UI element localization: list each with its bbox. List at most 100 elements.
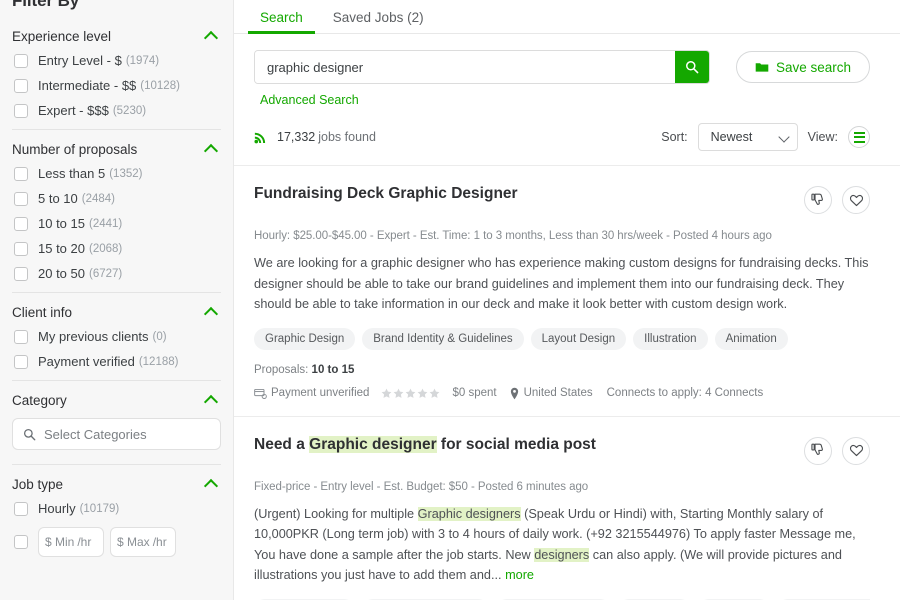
job-tag[interactable]: Brand Identity & Guidelines (362, 327, 524, 350)
job-card-actions (804, 186, 870, 214)
search-row: Save search (254, 50, 870, 84)
filter-group-header[interactable]: Client info (12, 303, 221, 324)
checkbox[interactable] (14, 166, 28, 181)
checkbox[interactable] (14, 266, 28, 281)
filter-group-title: Number of proposals (12, 142, 138, 157)
filter-item[interactable]: Expert - $$$ (5230) (12, 98, 221, 123)
search-submit-button[interactable] (674, 51, 709, 83)
job-tag[interactable]: Graphic Design (254, 327, 356, 350)
filter-item-label: 20 to 50 (38, 266, 85, 281)
thumbs-down-icon[interactable] (804, 436, 832, 465)
search-icon (23, 428, 36, 441)
checkbox[interactable] (14, 354, 28, 369)
list-view-icon[interactable] (848, 126, 870, 148)
filter-item-label: Hourly (38, 501, 76, 516)
max-rate-input[interactable]: $ Max/hr (110, 527, 176, 557)
filter-group-title: Client info (12, 305, 73, 320)
search-field-wrapper (254, 50, 710, 84)
filter-group-title: Category (12, 393, 67, 408)
checkbox[interactable] (14, 535, 28, 549)
job-card-header: Need a Graphic designer for social media… (254, 435, 870, 465)
checkbox[interactable] (14, 191, 28, 206)
filter-item[interactable]: 20 to 50 (6727) (12, 261, 221, 286)
checkbox[interactable] (14, 216, 28, 231)
filter-item[interactable]: Entry Level - $ (1974) (12, 48, 221, 73)
job-title[interactable]: Need a Graphic designer for social media… (254, 435, 804, 454)
job-tag[interactable]: Animation (714, 327, 788, 350)
max-rate-unit: /hr (152, 535, 167, 549)
filter-item-count: (10128) (140, 79, 180, 92)
filter-item[interactable]: Payment verified (12188) (12, 349, 221, 374)
heart-icon[interactable] (842, 436, 870, 465)
filter-group-header[interactable]: Job type (12, 475, 221, 496)
advanced-search-link[interactable]: Advanced Search (260, 93, 359, 107)
filter-group: Client info My previous clients (0) Payment… (12, 292, 221, 380)
min-rate-unit: /hr (77, 535, 92, 549)
tab-search[interactable]: Search (248, 10, 315, 34)
thumbs-down-icon[interactable] (804, 186, 832, 214)
heart-icon[interactable] (842, 186, 870, 214)
tab-saved-jobs[interactable]: Saved Jobs (2) (321, 10, 436, 33)
job-tag[interactable]: Illustration (633, 327, 708, 350)
checkbox[interactable] (14, 103, 28, 118)
filter-item[interactable]: Intermediate - $$ (10128) (12, 73, 221, 98)
filter-item[interactable]: 5 to 10 (2484) (12, 186, 221, 211)
filter-item-label: Intermediate - $$ (38, 78, 137, 93)
location-pin-icon (509, 387, 520, 400)
filter-item-label: 10 to 15 (38, 216, 85, 231)
filter-group: Experience level Entry Level - $ (1974) Int… (12, 17, 221, 129)
chevron-up-icon (205, 145, 219, 154)
job-description: (Urgent) Looking for multiple Graphic de… (254, 506, 856, 583)
chevron-up-icon (205, 32, 219, 41)
filter-item-count: (1352) (109, 167, 143, 180)
category-search-field[interactable] (12, 418, 221, 450)
filter-item[interactable]: Hourly (10179) (12, 496, 221, 521)
job-meta: Fixed-price - Entry level - Est. Budget:… (254, 480, 589, 493)
job-tag[interactable]: Layout Design (530, 327, 627, 350)
checkbox[interactable] (14, 241, 28, 256)
category-search-input[interactable] (44, 426, 210, 442)
job-card: Need a Graphic designer for social media… (234, 417, 900, 600)
filter-group-header[interactable]: Experience level (12, 27, 221, 48)
filter-item-count: (5230) (112, 104, 147, 117)
job-title[interactable]: Fundraising Deck Graphic Designer (254, 184, 804, 203)
rss-icon[interactable] (254, 130, 268, 144)
job-description: We are looking for a graphic designer wh… (254, 256, 869, 312)
job-tag-row: Graphic Design Brand Identity & Guideline… (254, 327, 870, 350)
filter-item-label: 15 to 20 (38, 241, 85, 256)
results-bar: 17,332 jobs found Sort: Newest View: (234, 107, 900, 166)
checkbox[interactable] (14, 53, 28, 68)
checkbox[interactable] (14, 329, 28, 344)
folder-icon (755, 61, 769, 73)
search-input[interactable] (255, 51, 675, 83)
tab-saved-jobs-label: Saved Jobs (2) (332, 10, 424, 25)
checkbox[interactable] (14, 501, 28, 516)
filter-item-label: Less than 5 (38, 166, 106, 181)
filter-item-count: (2441) (89, 217, 123, 230)
filter-item[interactable]: 15 to 20 (2068) (12, 236, 221, 261)
job-client-footer: Payment unverified $0 spent United States C… (254, 387, 870, 400)
job-proposals-label: Proposals: (254, 363, 309, 376)
page-title: Filter By (12, 0, 80, 10)
filter-group: Job type Hourly (10179) $ Min/hr $ Max/hr (12, 464, 221, 563)
chevron-up-icon (205, 308, 219, 317)
filter-group-header[interactable]: Category (12, 391, 221, 412)
filter-group-header[interactable]: Number of proposals (12, 140, 221, 161)
view-label: View: (807, 130, 838, 144)
payment-status: Payment unverified (254, 387, 369, 400)
filter-item[interactable]: 10 to 15 (2441) (12, 211, 221, 236)
job-results-list: Fundraising Deck Graphic Designer Hourly:… (234, 166, 900, 600)
checkbox[interactable] (14, 78, 28, 93)
filter-group: Number of proposals Less than 5 (1352) 5 to… (12, 129, 221, 292)
save-search-button[interactable]: Save search (735, 51, 870, 83)
filter-item[interactable]: My previous clients (0) (12, 324, 221, 349)
filter-item-label: Entry Level - $ (38, 53, 122, 68)
save-search-label: Save search (775, 59, 851, 75)
sort-label: Sort: (661, 130, 688, 144)
more-link[interactable]: more (505, 568, 534, 582)
job-card-actions (804, 436, 870, 465)
client-total-spent: $0 spent (452, 387, 497, 400)
filter-item[interactable]: Less than 5 (1352) (12, 161, 221, 186)
min-rate-input[interactable]: $ Min/hr (38, 527, 104, 557)
sort-select[interactable]: Newest (697, 123, 798, 151)
